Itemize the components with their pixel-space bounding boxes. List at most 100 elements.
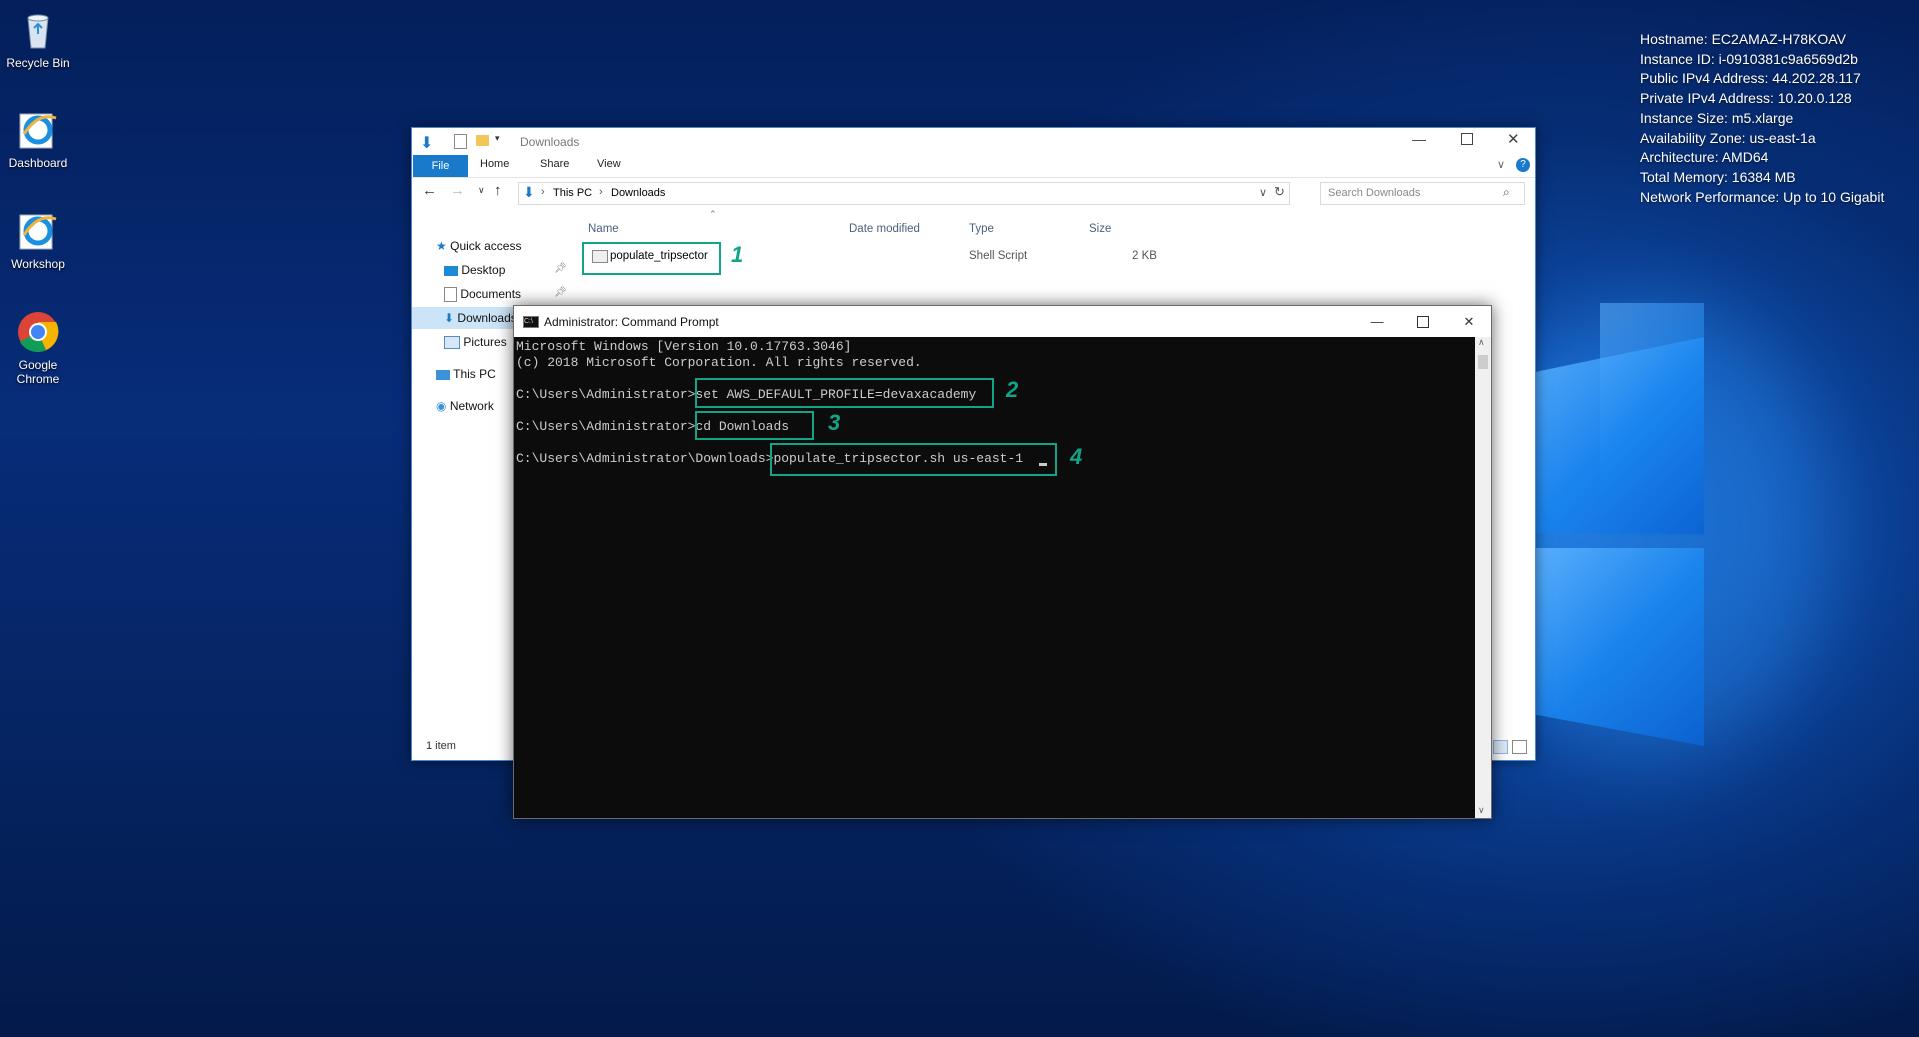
recent-locations-icon[interactable]: ∨ [478, 185, 485, 196]
shell-script-file-icon [592, 250, 608, 263]
maximize-icon [1417, 315, 1429, 328]
details-view-icon[interactable] [1493, 740, 1508, 754]
desktop-icon-google-chrome[interactable]: Google Chrome [0, 310, 76, 386]
cmd-console-output[interactable]: Microsoft Windows [Version 10.0.17763.30… [516, 337, 1475, 818]
command-prompt-window: C:\ Administrator: Command Prompt — ✕ Mi… [513, 305, 1492, 819]
wallpaper-logo-pane [1534, 548, 1704, 746]
nav-network[interactable]: ◉ Network [436, 395, 494, 417]
scroll-down-arrow-icon[interactable]: ∨ [1478, 805, 1485, 816]
properties-icon[interactable] [454, 134, 467, 149]
explorer-title: Downloads [520, 135, 580, 149]
column-header-type[interactable]: Type [969, 223, 994, 235]
cmd-minimize-button[interactable]: — [1354, 306, 1400, 337]
sysinfo-instance-size: Instance Size: m5.xlarge [1640, 109, 1794, 126]
pin-icon: 📌︎ [554, 263, 567, 274]
pictures-icon [444, 336, 460, 350]
column-header-date-modified[interactable]: Date modified [849, 223, 920, 235]
cmd-scrollbar[interactable]: ∧ ∨ [1475, 337, 1491, 818]
sysinfo-total-memory: Total Memory: 16384 MB [1640, 168, 1796, 185]
step-number-4: 4 [1070, 444, 1083, 469]
recycle-bin-icon [16, 8, 60, 52]
sysinfo-architecture: Architecture: AMD64 [1640, 149, 1769, 166]
explorer-address-row: ← → ∨ ↑ ⬇ › This PC › Downloads ∨ ↻ Sear… [412, 178, 1535, 208]
nav-documents[interactable]: Documents [444, 283, 521, 305]
nav-label: Documents [460, 287, 522, 301]
search-placeholder: Search Downloads [1328, 187, 1421, 199]
downloads-arrow-icon: ⬇ [444, 311, 455, 325]
search-input[interactable]: Search Downloads ⌕ [1320, 182, 1525, 205]
star-icon: ★ [436, 239, 447, 253]
recycle-bin-label: Recycle Bin [6, 56, 70, 70]
desktop-icon-workshop[interactable]: Workshop [0, 209, 76, 271]
cmd-app-icon: C:\ [523, 316, 539, 328]
sysinfo-network-performance: Network Performance: Up to 10 Gigabit [1640, 188, 1885, 205]
desktop-icon-dashboard[interactable]: Dashboard [0, 108, 76, 170]
chrome-label: Google Chrome [16, 358, 60, 386]
maximize-button[interactable] [1461, 133, 1473, 145]
status-item-count: 1 item [426, 740, 456, 752]
search-icon: ⌕ [1503, 185, 1510, 199]
address-dropdown-icon[interactable]: ∨ [1259, 186, 1267, 199]
breadcrumb-downloads[interactable]: Downloads [611, 187, 665, 199]
file-size: 2 KB [1132, 250, 1157, 262]
cmd-close-button[interactable]: ✕ [1446, 306, 1492, 337]
computer-icon [436, 369, 450, 380]
nav-label: Quick access [450, 239, 522, 253]
nav-desktop[interactable]: Desktop [444, 259, 505, 281]
refresh-icon[interactable]: ↻ [1274, 184, 1285, 200]
dashboard-label: Dashboard [8, 156, 68, 170]
cmd-title: Administrator: Command Prompt [544, 315, 719, 329]
address-bar[interactable]: ⬇ › This PC › Downloads ∨ ↻ [518, 182, 1290, 205]
console-line: (c) 2018 Microsoft Corporation. All righ… [516, 355, 922, 370]
help-icon[interactable]: ? [1516, 158, 1530, 172]
ribbon-tab-share[interactable]: Share [540, 158, 569, 170]
console-line: Microsoft Windows [Version 10.0.17763.30… [516, 339, 852, 354]
large-icons-view-icon[interactable] [1512, 740, 1527, 754]
cmd-titlebar: C:\ Administrator: Command Prompt — ✕ [514, 306, 1491, 337]
workshop-label: Workshop [11, 257, 65, 271]
sysinfo-instance-id: Instance ID: i-0910381c9a6569d2b [1640, 50, 1858, 67]
scroll-thumb[interactable] [1478, 355, 1488, 369]
nav-pictures[interactable]: Pictures [444, 331, 507, 353]
forward-arrow-icon[interactable]: → [450, 182, 465, 199]
explorer-titlebar: ⬇ ▾ Downloads — ✕ [412, 128, 1535, 155]
highlight-box-3 [695, 411, 814, 440]
cmd-maximize-button[interactable] [1400, 306, 1446, 337]
network-icon: ◉ [436, 399, 447, 413]
scroll-up-arrow-icon[interactable]: ∧ [1478, 337, 1485, 348]
column-header-name[interactable]: Name [588, 223, 619, 235]
internet-explorer-icon [16, 209, 60, 253]
desktop-icon-recycle-bin[interactable]: Recycle Bin [0, 8, 76, 70]
back-arrow-icon[interactable]: ← [422, 182, 437, 199]
up-arrow-icon[interactable]: ↑ [494, 182, 502, 199]
sysinfo-hostname: Hostname: EC2AMAZ-H78KOAV [1640, 31, 1846, 47]
ribbon-tab-file[interactable]: File [413, 155, 468, 177]
breadcrumb-separator-icon: › [541, 186, 545, 198]
folder-icon[interactable] [476, 135, 489, 146]
breadcrumb-separator-icon: › [599, 186, 603, 198]
ribbon-tab-view[interactable]: View [597, 158, 621, 170]
file-name-populate-tripsector[interactable]: populate_tripsector [610, 250, 708, 262]
nav-label: Pictures [463, 335, 507, 349]
step-number-1: 1 [731, 242, 744, 267]
internet-explorer-icon [16, 108, 60, 152]
nav-quick-access[interactable]: ★ Quick access [436, 235, 521, 257]
expand-ribbon-icon[interactable]: ∨ [1497, 158, 1505, 171]
breadcrumb-this-pc[interactable]: This PC [553, 187, 592, 199]
nav-label: Network [449, 399, 494, 413]
explorer-ribbon: File Home Share View ∨ ? [412, 155, 1535, 178]
desktop-folder-icon [444, 265, 458, 276]
sort-indicator-icon: ⌃ [709, 209, 717, 219]
chrome-icon [16, 310, 60, 354]
nav-label: Downloads [457, 311, 517, 325]
highlight-box-2 [695, 378, 994, 408]
close-button[interactable]: ✕ [1507, 130, 1520, 148]
nav-label: Desktop [461, 263, 506, 277]
pin-icon: 📌︎ [554, 287, 567, 298]
column-header-size[interactable]: Size [1089, 223, 1111, 235]
ribbon-tab-home[interactable]: Home [480, 158, 509, 170]
customize-toolbar-icon[interactable]: ▾ [495, 133, 500, 144]
step-number-3: 3 [828, 410, 841, 435]
minimize-button[interactable]: — [1412, 131, 1426, 147]
nav-this-pc[interactable]: This PC [436, 363, 496, 385]
